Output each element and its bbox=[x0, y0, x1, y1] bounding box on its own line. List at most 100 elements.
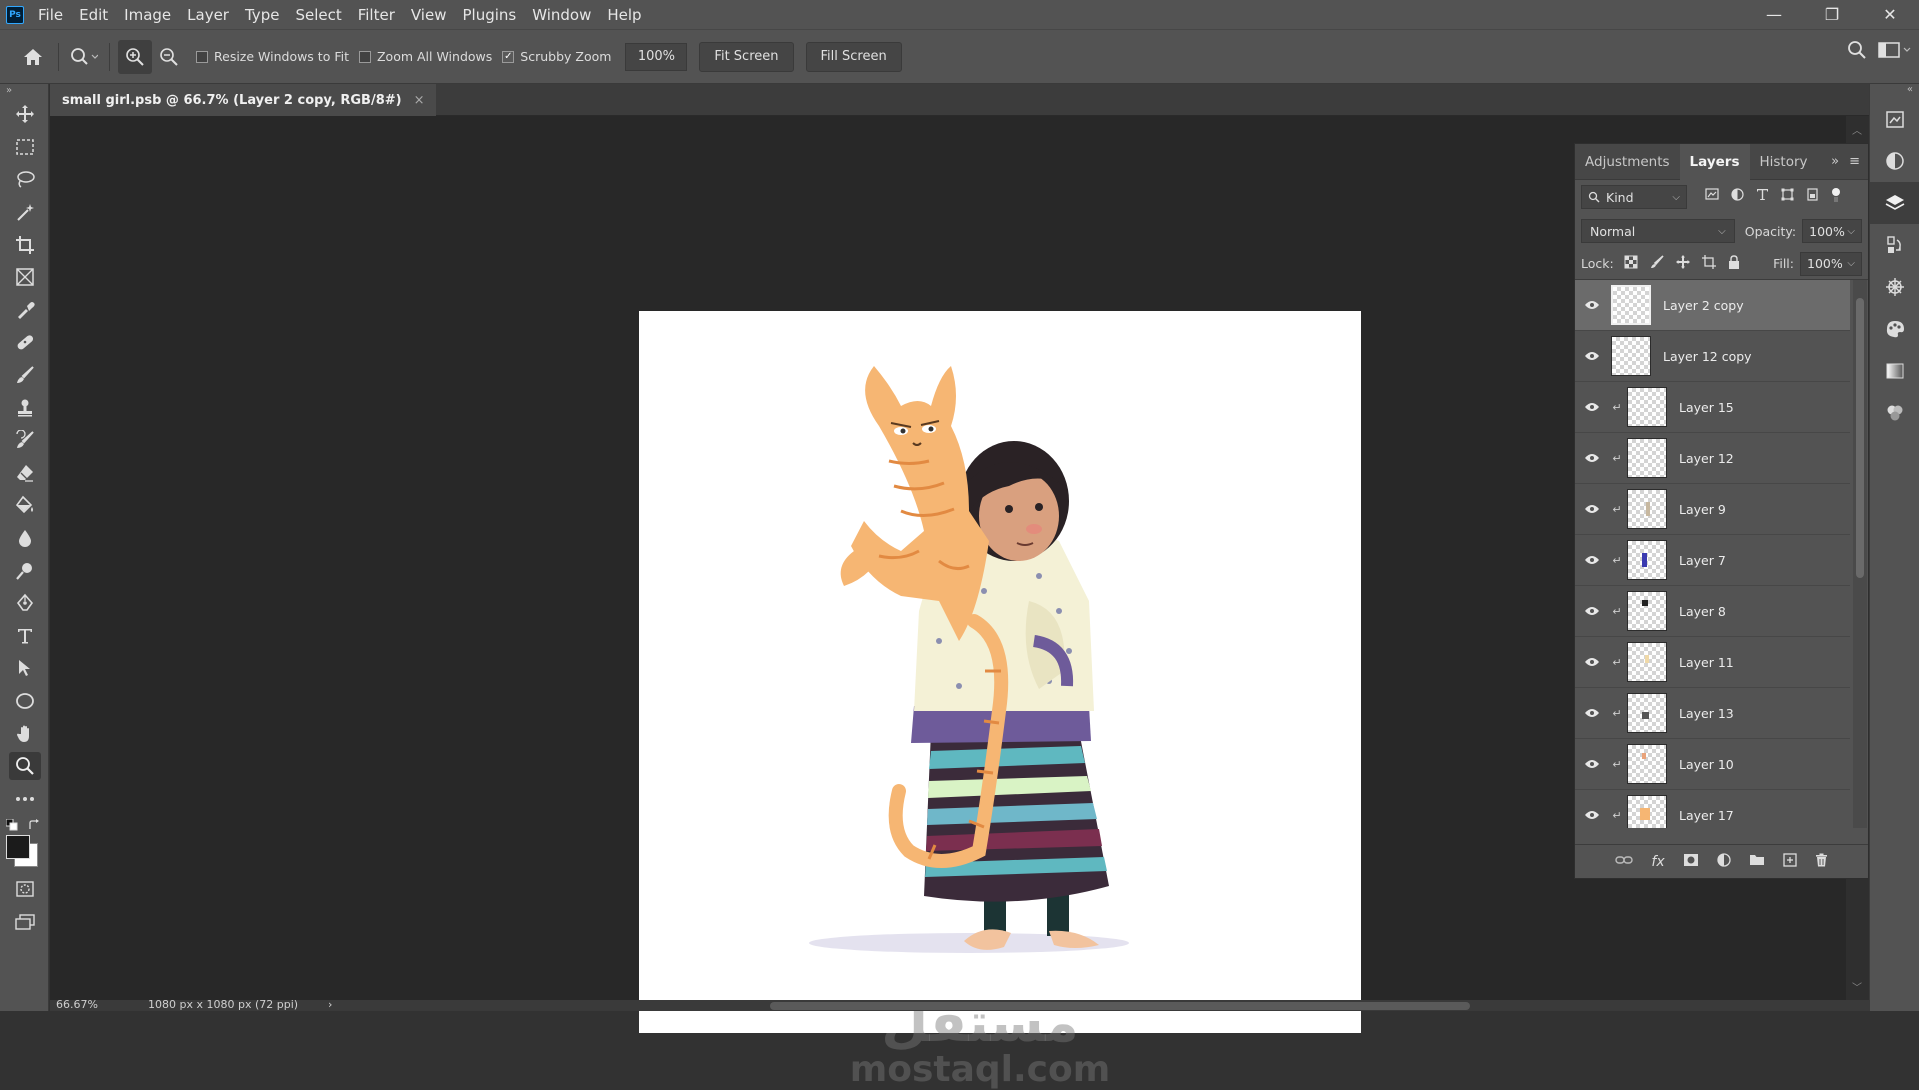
fill-field[interactable]: 100% ⌵ bbox=[1800, 251, 1862, 276]
tab-adjustments[interactable]: Adjustments bbox=[1575, 144, 1680, 180]
filter-smart-objects-icon[interactable] bbox=[1806, 188, 1819, 206]
horizontal-scrollbar-thumb[interactable] bbox=[770, 1002, 1470, 1010]
document-tab[interactable]: small girl.psb @ 66.7% (Layer 2 copy, RG… bbox=[50, 84, 437, 116]
blend-mode-select[interactable]: Normal ⌵ bbox=[1581, 219, 1735, 243]
filter-pixel-layers-icon[interactable] bbox=[1705, 188, 1719, 206]
menu-layer[interactable]: Layer bbox=[187, 6, 229, 24]
zoom-in-icon[interactable] bbox=[118, 39, 152, 74]
eye-icon[interactable] bbox=[1575, 504, 1609, 514]
eraser-tool[interactable] bbox=[0, 457, 49, 490]
crop-tool[interactable] bbox=[0, 228, 49, 261]
expand-panel-icon[interactable]: » bbox=[1831, 154, 1839, 169]
checkbox-box[interactable] bbox=[358, 50, 371, 63]
eye-icon[interactable] bbox=[1575, 708, 1609, 718]
eye-icon[interactable] bbox=[1575, 657, 1609, 667]
layer-row[interactable]: Layer 12 copy bbox=[1575, 331, 1850, 382]
filter-toggle-icon[interactable] bbox=[1831, 188, 1841, 206]
close-button[interactable]: ✕ bbox=[1861, 0, 1919, 29]
layer-style-fx-icon[interactable]: fx bbox=[1651, 854, 1664, 870]
clone-stamp-tool[interactable] bbox=[0, 391, 49, 424]
add-mask-icon[interactable] bbox=[1683, 853, 1699, 871]
type-tool[interactable] bbox=[0, 620, 49, 653]
resize-windows-checkbox[interactable]: Resize Windows to Fit bbox=[196, 49, 349, 64]
patterns-icon[interactable] bbox=[1870, 392, 1919, 434]
eye-icon[interactable] bbox=[1575, 810, 1609, 820]
scroll-up-icon[interactable]: ︿ bbox=[1852, 122, 1862, 137]
layers-scrollbar-thumb[interactable] bbox=[1856, 298, 1864, 578]
restore-button[interactable]: ❐ bbox=[1803, 0, 1861, 29]
lock-transparent-pixels-icon[interactable] bbox=[1624, 255, 1638, 273]
foreground-color-swatch[interactable] bbox=[6, 835, 30, 860]
collapse-toolbar-icon[interactable]: » bbox=[0, 84, 48, 98]
eye-icon[interactable] bbox=[1575, 759, 1609, 769]
checkbox-box-checked[interactable]: ✓ bbox=[502, 50, 515, 63]
menu-view[interactable]: View bbox=[411, 6, 447, 24]
workspace-switcher-icon[interactable] bbox=[1877, 40, 1911, 64]
brush-tool[interactable] bbox=[0, 359, 49, 392]
path-selection-tool[interactable] bbox=[0, 652, 49, 685]
menu-image[interactable]: Image bbox=[124, 6, 171, 24]
history-brush-tool[interactable] bbox=[0, 424, 49, 457]
menu-file[interactable]: File bbox=[38, 6, 63, 24]
eye-icon[interactable] bbox=[1575, 606, 1609, 616]
hand-tool[interactable] bbox=[0, 717, 49, 750]
menu-select[interactable]: Select bbox=[295, 6, 341, 24]
zoom-tool-preset-icon[interactable] bbox=[67, 40, 101, 74]
blur-tool[interactable] bbox=[0, 522, 49, 555]
layers-scrollbar[interactable] bbox=[1853, 280, 1867, 828]
lock-position-icon[interactable] bbox=[1675, 254, 1690, 273]
menu-type[interactable]: Type bbox=[245, 6, 279, 24]
pen-tool[interactable] bbox=[0, 587, 49, 620]
link-layers-icon[interactable] bbox=[1615, 854, 1634, 869]
minimize-button[interactable]: — bbox=[1745, 0, 1803, 29]
eye-icon[interactable] bbox=[1575, 555, 1609, 565]
status-menu-arrow[interactable]: › bbox=[328, 1000, 332, 1011]
screen-mode-icon[interactable] bbox=[0, 906, 49, 939]
delete-layer-icon[interactable] bbox=[1815, 853, 1828, 871]
status-zoom[interactable]: 66.67% bbox=[56, 1000, 98, 1011]
eye-icon[interactable] bbox=[1575, 351, 1609, 361]
lasso-tool[interactable] bbox=[0, 163, 49, 196]
menu-window[interactable]: Window bbox=[532, 6, 591, 24]
libraries-icon[interactable] bbox=[1870, 98, 1919, 140]
close-tab-icon[interactable]: × bbox=[414, 93, 425, 108]
zoom-all-windows-checkbox[interactable]: Zoom All Windows bbox=[358, 49, 492, 64]
marquee-tool[interactable] bbox=[0, 131, 49, 164]
paint-bucket-tool[interactable] bbox=[0, 489, 49, 522]
filter-shape-layers-icon[interactable] bbox=[1781, 188, 1794, 206]
eye-icon[interactable] bbox=[1575, 453, 1609, 463]
collapse-dock-icon[interactable]: « bbox=[1870, 84, 1919, 98]
filter-kind-select[interactable]: Kind ⌵ bbox=[1581, 185, 1687, 209]
lock-artboard-icon[interactable] bbox=[1701, 254, 1716, 273]
zoom-percent-field[interactable]: 100% bbox=[625, 42, 688, 71]
frame-tool[interactable] bbox=[0, 261, 49, 294]
history-icon[interactable] bbox=[1870, 224, 1919, 266]
fill-screen-button[interactable]: Fill Screen bbox=[805, 41, 902, 72]
layer-row[interactable]: ↵ Layer 7 bbox=[1575, 535, 1850, 586]
magic-wand-tool[interactable] bbox=[0, 196, 49, 229]
dodge-tool[interactable] bbox=[0, 554, 49, 587]
new-layer-icon[interactable] bbox=[1782, 852, 1797, 871]
move-tool[interactable] bbox=[0, 98, 49, 131]
layers-icon[interactable] bbox=[1870, 182, 1919, 224]
quick-mask-icon[interactable] bbox=[0, 873, 49, 906]
layer-row[interactable]: ↵ Layer 15 bbox=[1575, 382, 1850, 433]
zoom-tool[interactable] bbox=[0, 750, 49, 783]
panel-menu-icon[interactable]: ≡ bbox=[1849, 154, 1860, 169]
eyedropper-tool[interactable] bbox=[0, 294, 49, 327]
eye-icon[interactable] bbox=[1575, 300, 1609, 310]
new-adjustment-layer-icon[interactable] bbox=[1716, 852, 1731, 871]
channels-icon[interactable] bbox=[1870, 266, 1919, 308]
checkbox-box[interactable] bbox=[196, 50, 208, 63]
layer-row[interactable]: Layer 2 copy bbox=[1575, 280, 1850, 331]
scrubby-zoom-checkbox[interactable]: ✓ Scrubby Zoom bbox=[502, 49, 611, 64]
zoom-out-icon[interactable] bbox=[152, 40, 186, 74]
menu-help[interactable]: Help bbox=[607, 6, 641, 24]
layer-row[interactable]: ↵ Layer 12 bbox=[1575, 433, 1850, 484]
lock-image-pixels-icon[interactable] bbox=[1650, 254, 1664, 273]
fit-screen-button[interactable]: Fit Screen bbox=[699, 41, 794, 72]
ellipse-tool[interactable] bbox=[0, 685, 49, 718]
layer-row[interactable]: ↵ Layer 13 bbox=[1575, 688, 1850, 739]
home-icon[interactable] bbox=[16, 40, 50, 74]
layer-row[interactable]: ↵ Layer 9 bbox=[1575, 484, 1850, 535]
